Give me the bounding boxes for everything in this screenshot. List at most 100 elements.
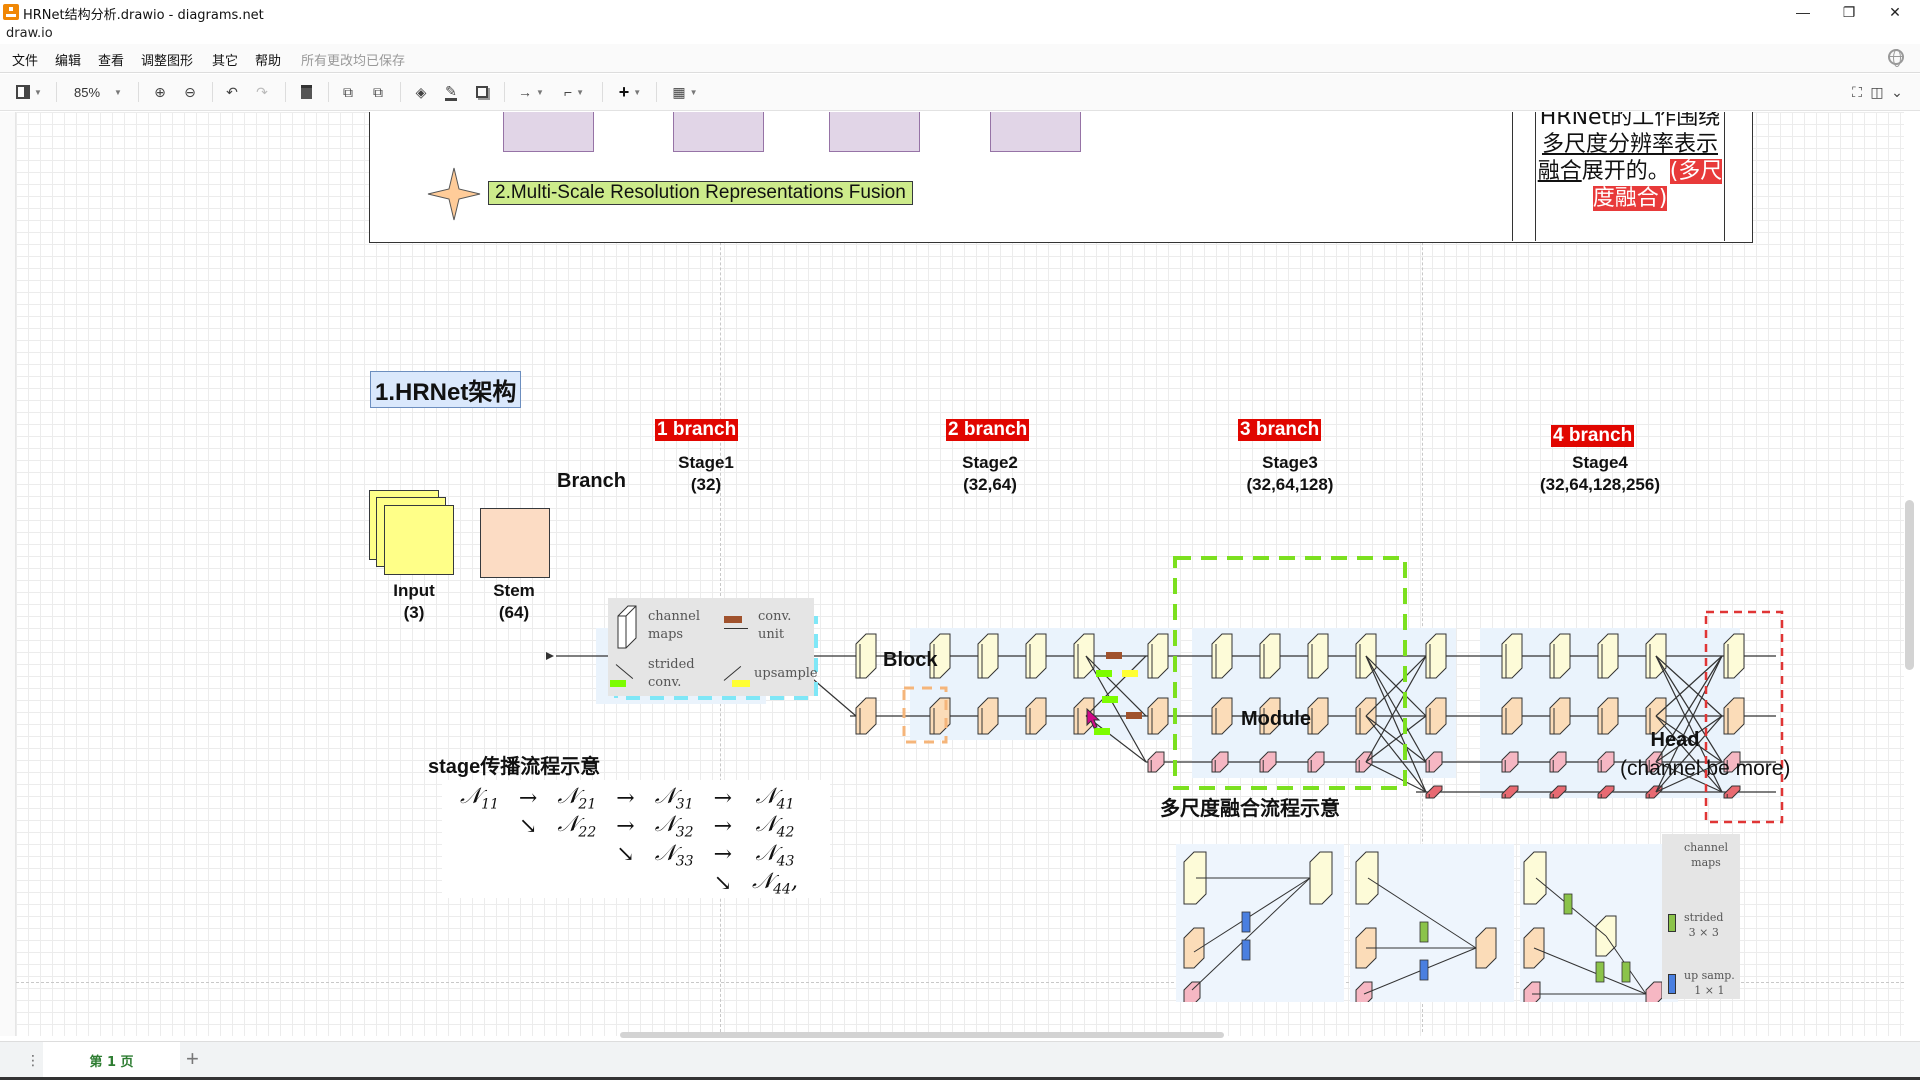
strided-swatch — [1668, 914, 1676, 932]
flow-row: ↘ 𝒩44, — [450, 869, 808, 897]
upsample-swatch — [732, 680, 750, 687]
fullscreen-button[interactable]: ⛶ — [1848, 82, 1866, 102]
hrnet-note[interactable]: HRNet的工作围绕 多尺度分辨率表示 融合展开的。(多尺 度融合) — [1536, 112, 1724, 212]
arch-title[interactable]: 1.HRNet架构 — [370, 371, 522, 408]
fusion-title[interactable]: 2.Multi-Scale Resolution Representations… — [488, 181, 913, 205]
module-label[interactable]: Module — [1241, 708, 1311, 731]
horizontal-scrollbar[interactable] — [620, 1032, 1224, 1038]
flow-node: 𝒩41 — [755, 784, 795, 813]
zoom-select[interactable]: 85% ▼ — [70, 82, 126, 102]
menu-extras[interactable]: 其它 — [212, 50, 238, 69]
format-panel-button[interactable]: ▼ — [12, 82, 46, 102]
flow-row: ↘ 𝒩33 → 𝒩43 — [450, 841, 808, 869]
insert-button[interactable]: + ▼ — [614, 82, 646, 102]
minimize-button[interactable]: — — [1780, 0, 1826, 24]
stage1-label[interactable]: Stage1 (32) — [636, 452, 776, 496]
language-globe-icon[interactable] — [1888, 49, 1904, 67]
menu-edit[interactable]: 编辑 — [55, 50, 81, 69]
flow-node: 𝒩43 — [755, 840, 795, 870]
flow-empty — [450, 812, 509, 840]
channel-map — [1073, 633, 1095, 679]
flow-empty — [450, 841, 509, 869]
connection-icon: → — [518, 84, 533, 100]
note-column-divider — [1512, 112, 1536, 241]
fusion-op — [1419, 921, 1429, 943]
branch-tag-1[interactable]: 1 branch — [655, 419, 739, 441]
block-label[interactable]: Block — [883, 649, 937, 672]
flow-node: 𝒩11 — [460, 784, 499, 813]
head-label[interactable]: Head — [1610, 729, 1740, 752]
pages-menu-icon[interactable]: ⋮ — [26, 1052, 40, 1069]
stage-flow-formula[interactable]: 𝒩11 → 𝒩21 → 𝒩31 → 𝒩41 ↘ 𝒩22 → 𝒩32 → 𝒩42 ↘ 𝒩33 → 𝒩43 ↘ 𝒩44, — [442, 780, 830, 898]
star-icon[interactable] — [426, 166, 482, 222]
branch-tag-4[interactable]: 4 branch — [1551, 425, 1635, 447]
conv-unit-swatch — [724, 616, 742, 623]
collapse-toolbar-button[interactable]: ⌄ — [1888, 82, 1906, 102]
fusion-legend: channel maps strided 3 × 3 up samp. 1 × 1 — [1662, 834, 1740, 999]
flow-node: 𝒩44, — [752, 869, 798, 898]
mouse-cursor-icon — [1086, 708, 1101, 729]
close-button[interactable]: ✕ — [1872, 0, 1918, 24]
feature-box[interactable]: 32x32 — [503, 112, 594, 152]
feature-box[interactable]: 32x32 — [673, 112, 764, 152]
to-front-button[interactable]: ⧉ — [338, 82, 358, 102]
zoom-out-icon: ⊖ — [184, 83, 196, 100]
delete-icon — [300, 85, 312, 99]
zoom-in-button[interactable]: ⊕ — [150, 82, 170, 102]
fusion-op — [1419, 959, 1429, 981]
fill-color-button[interactable]: ◈ — [410, 82, 432, 102]
stage3-label[interactable]: Stage3 (32,64,128) — [1200, 452, 1380, 496]
diagram-canvas[interactable]: 32x32 32x32 32x32 32x32 2.Multi-Scale Re… — [16, 112, 1904, 1036]
delete-button[interactable] — [296, 82, 316, 102]
restore-button[interactable]: ❐ — [1826, 0, 1872, 24]
split-panel-button[interactable]: ◫ — [1868, 82, 1886, 102]
channel-map — [977, 633, 999, 679]
collapse-icon: ⌄ — [1891, 83, 1903, 100]
to-back-icon: ⧉ — [373, 83, 383, 100]
shadow-button[interactable] — [472, 82, 492, 102]
conv-arrow — [724, 628, 748, 629]
fusion-flow-title[interactable]: 多尺度融合流程示意 — [1160, 792, 1340, 821]
page-tab-bar: ⋮ 第 1 页 + — [0, 1041, 1920, 1080]
undo-icon: ↶ — [226, 83, 238, 100]
channel-map — [1309, 851, 1333, 905]
branch-tag-3[interactable]: 3 branch — [1238, 419, 1322, 441]
branch-label[interactable]: Branch — [557, 470, 626, 493]
waypoints-button[interactable]: ⌐ ▼ — [556, 82, 592, 102]
to-back-button[interactable]: ⧉ — [368, 82, 388, 102]
menu-help[interactable]: 帮助 — [255, 50, 281, 69]
line-color-icon: ✎ — [445, 82, 457, 101]
table-button[interactable]: ▦ ▼ — [668, 82, 702, 102]
feature-box[interactable]: 32x32 — [990, 112, 1081, 152]
flow-table: 𝒩11 → 𝒩21 → 𝒩31 → 𝒩41 ↘ 𝒩22 → 𝒩32 → 𝒩42 ↘ 𝒩33 → 𝒩43 ↘ 𝒩44, — [450, 784, 808, 898]
redo-button[interactable]: ↷ — [252, 82, 272, 102]
connection-style-button[interactable]: → ▼ — [514, 82, 548, 102]
vertical-scrollbar[interactable] — [1905, 500, 1914, 670]
channel-map — [1501, 633, 1523, 679]
flow-node: 𝒩31 — [654, 784, 694, 813]
add-page-button[interactable]: + — [186, 1046, 199, 1072]
insert-icon: + — [618, 81, 630, 102]
stage2-label[interactable]: Stage2 (32,64) — [920, 452, 1060, 496]
toolbar: ▼ 85% ▼ ⊕ ⊖ ↶ ↷ ⧉ ⧉ ◈ ✎ → ▼ ⌐ ▼ + ▼ ▦ ▼ ⛶ ◫ ⌄ — [0, 74, 1920, 111]
flow-arrow: → — [518, 785, 538, 811]
head-sublabel[interactable]: (channel be more) — [1620, 757, 1790, 781]
input-layer[interactable] — [384, 505, 454, 575]
channel-map — [1723, 633, 1745, 679]
stage4-label[interactable]: Stage4 (32,64,128,256) — [1510, 452, 1690, 496]
branch-tag-2[interactable]: 2 branch — [946, 419, 1030, 441]
menu-arrange[interactable]: 调整图形 — [141, 50, 193, 69]
flow-title[interactable]: stage传播流程示意 — [428, 750, 600, 779]
zoom-in-icon: ⊕ — [154, 83, 166, 100]
flow-arrow: ↘ — [518, 814, 538, 840]
page-tab-1[interactable]: 第 1 页 — [43, 1042, 180, 1078]
line-color-button[interactable]: ✎ — [440, 82, 462, 102]
zoom-out-button[interactable]: ⊖ — [180, 82, 200, 102]
menu-view[interactable]: 查看 — [98, 50, 124, 69]
feature-box[interactable]: 32x32 — [829, 112, 920, 152]
menu-file[interactable]: 文件 — [12, 50, 38, 69]
undo-button[interactable]: ↶ — [222, 82, 242, 102]
split-panel-icon: ◫ — [1870, 83, 1884, 100]
shadow-icon — [476, 86, 488, 98]
flow-arrow: → — [616, 814, 635, 840]
